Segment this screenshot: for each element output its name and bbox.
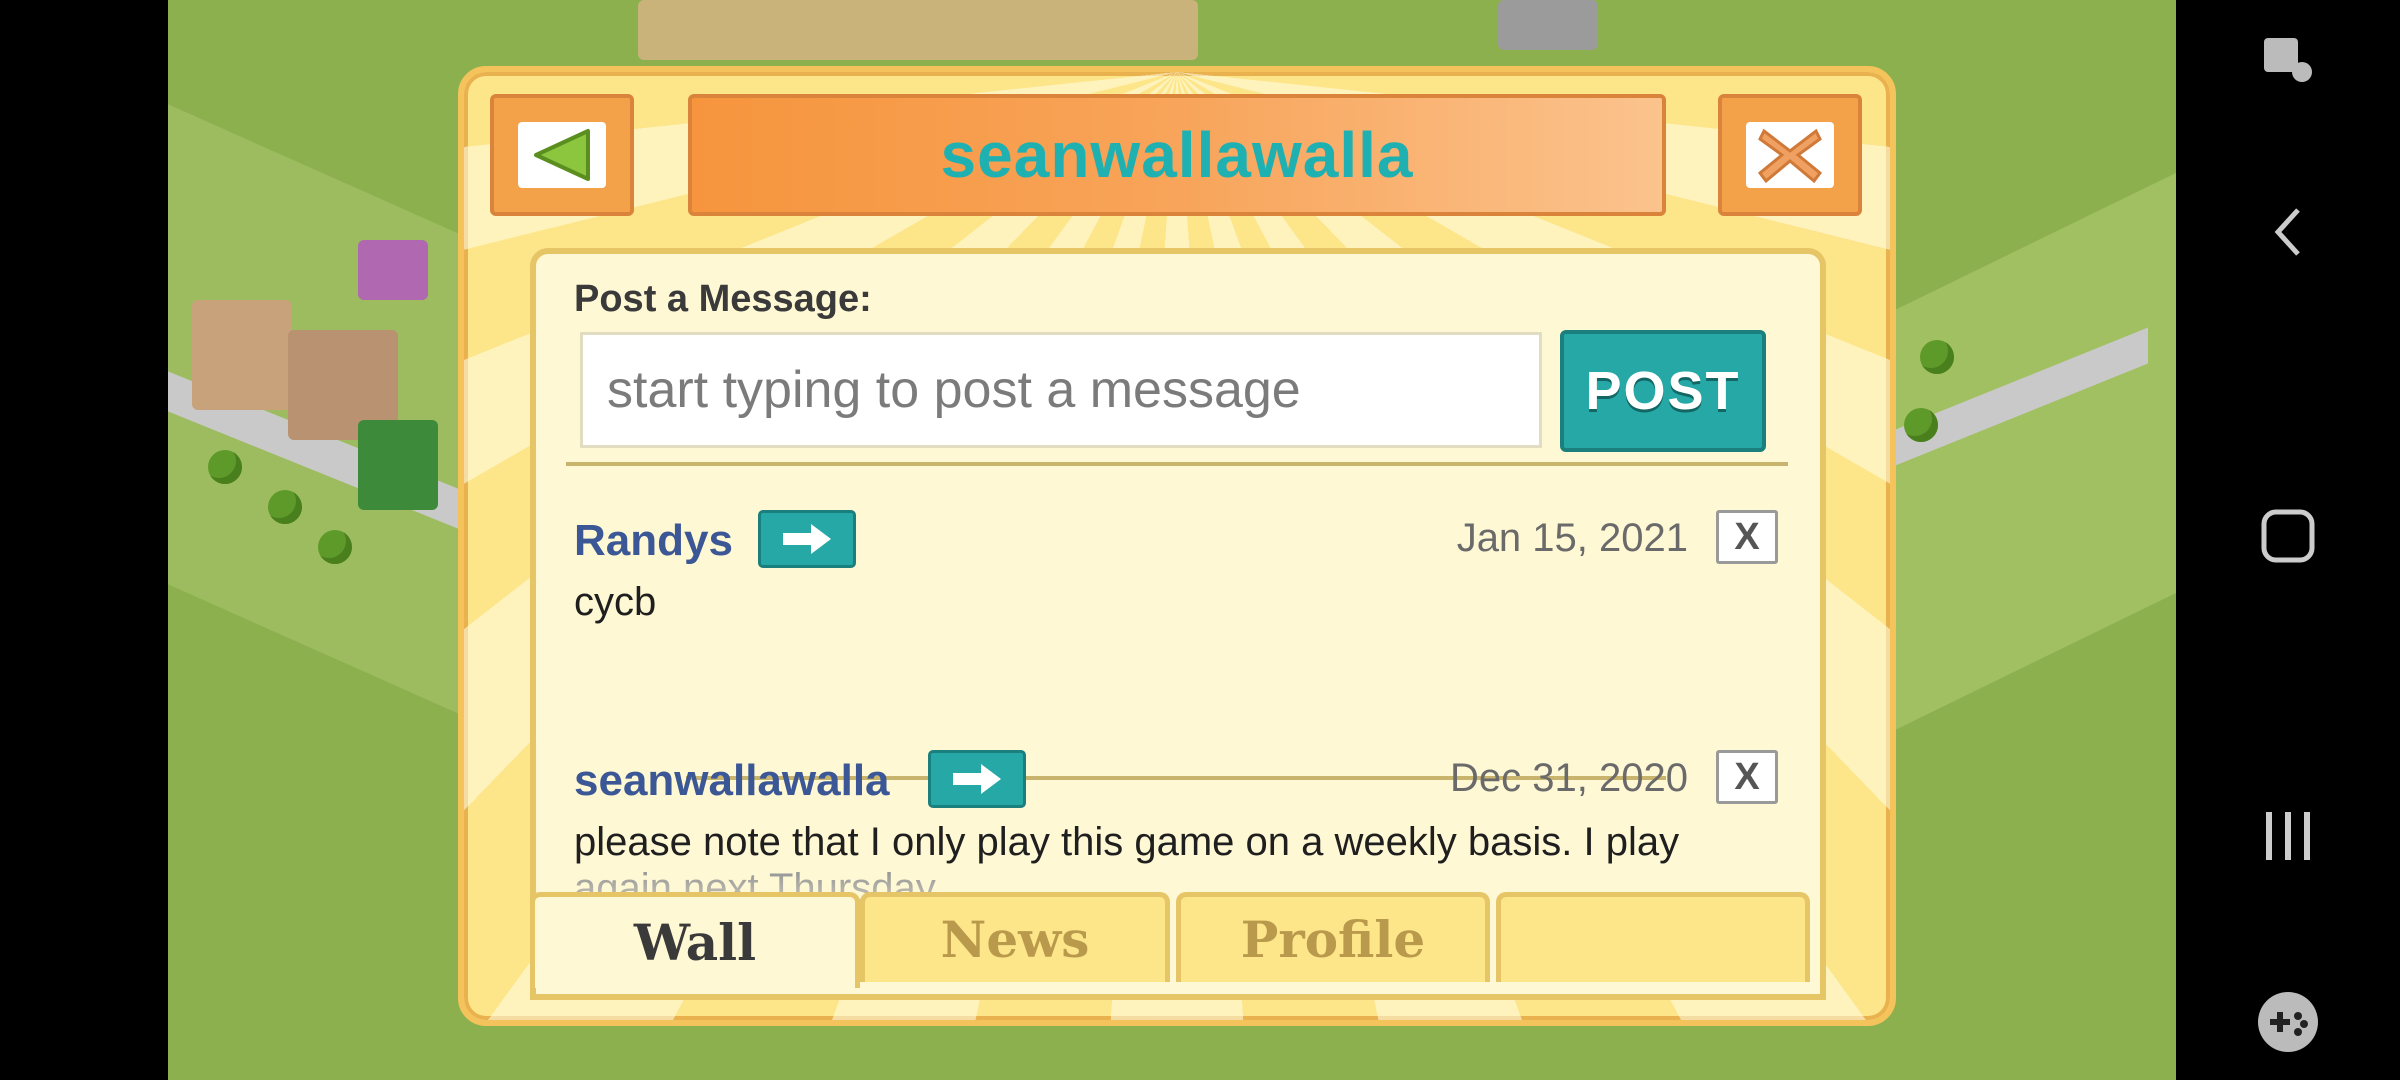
tree — [1904, 408, 1938, 442]
view-profile-button[interactable] — [758, 510, 856, 568]
profile-dialog: seanwallawalla Post a Message: POST Rand… — [458, 66, 1896, 1026]
arrow-right-icon — [783, 524, 831, 554]
delete-post-button[interactable]: X — [1716, 510, 1778, 564]
tab-empty[interactable] — [1496, 892, 1810, 982]
close-button[interactable] — [1718, 94, 1862, 216]
post-text: please note that I only play this game o… — [574, 820, 1680, 864]
post-author[interactable]: seanwallawalla — [574, 756, 890, 806]
wall-panel: Post a Message: POST Randys Jan 15, 2021… — [530, 248, 1826, 1000]
tree — [208, 450, 242, 484]
building — [1498, 0, 1598, 50]
chevron-left-icon[interactable] — [2176, 196, 2400, 268]
post-date: Dec 31, 2020 — [1450, 756, 1688, 800]
triangle-left-icon — [534, 129, 590, 181]
back-button[interactable] — [490, 94, 634, 216]
tab-bar: Wall News Profile — [530, 892, 1826, 988]
tab-wall[interactable]: Wall — [530, 892, 860, 988]
post-author[interactable]: Randys — [574, 516, 733, 566]
message-input[interactable] — [580, 332, 1542, 448]
arrow-right-icon — [953, 764, 1001, 794]
dialog-title: seanwallawalla — [940, 119, 1414, 191]
screen-touch-icon[interactable] — [2176, 24, 2400, 96]
delete-post-button[interactable]: X — [1716, 750, 1778, 804]
square-home-icon[interactable] — [2176, 500, 2400, 572]
building — [638, 0, 1198, 60]
tree — [268, 490, 302, 524]
post-author-name: seanwallawalla — [574, 756, 890, 805]
building — [358, 420, 438, 510]
building — [192, 300, 292, 410]
post-button[interactable]: POST — [1560, 330, 1766, 452]
tree — [318, 530, 352, 564]
title-bar: seanwallawalla — [688, 94, 1666, 216]
tab-news[interactable]: News — [860, 892, 1170, 982]
post-text: cycb — [574, 580, 657, 624]
divider — [566, 462, 1788, 466]
system-nav-bar — [2176, 0, 2400, 1080]
close-x-icon — [1757, 128, 1823, 184]
post-message-label: Post a Message: — [574, 278, 872, 320]
tab-profile[interactable]: Profile — [1176, 892, 1490, 982]
gamepad-icon[interactable] — [2176, 986, 2400, 1058]
view-profile-button[interactable] — [928, 750, 1026, 808]
tree — [1920, 340, 1954, 374]
post-date: Jan 15, 2021 — [1456, 516, 1688, 560]
recent-apps-icon[interactable] — [2176, 800, 2400, 872]
building — [358, 240, 428, 300]
